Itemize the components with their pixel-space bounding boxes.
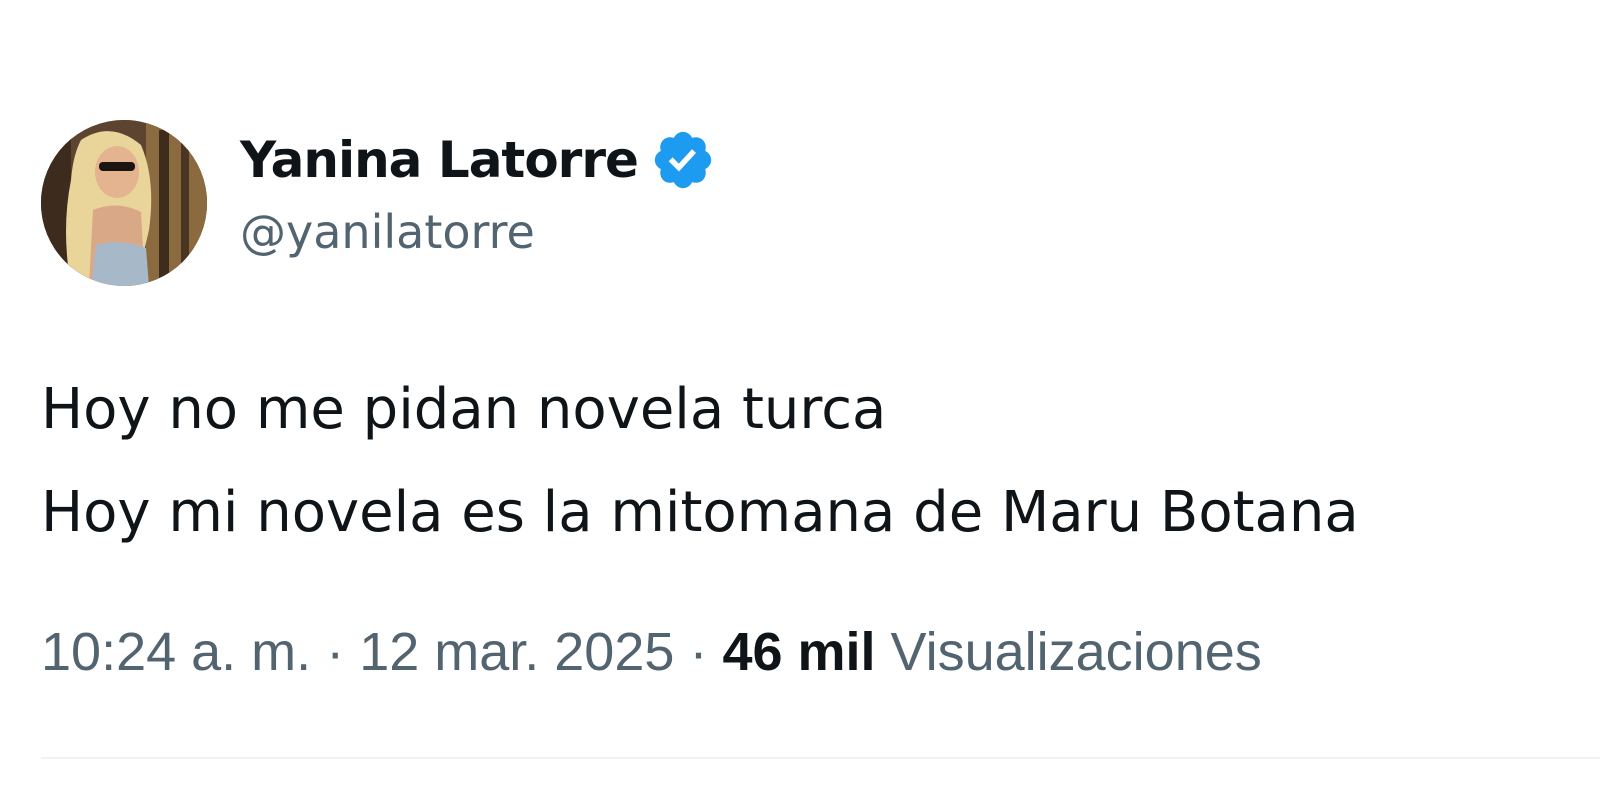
verified-badge-icon[interactable] [650,127,716,193]
tweet: Yanina Latorre @yanilatorre Hoy no me pi… [0,0,1600,800]
avatar[interactable] [41,120,207,286]
tweet-text: Hoy no me pidan novela turca Hoy mi nove… [41,358,1359,564]
tweet-meta: 10:24 a. m. · 12 mar. 2025 · 46 mil Visu… [41,617,1262,687]
profile-photo-icon [41,120,207,286]
meta-separator: · [326,622,345,682]
divider [41,757,1600,759]
tweet-time[interactable]: 10:24 a. m. [41,622,311,682]
views-count: 46 mil [722,622,876,682]
display-name[interactable]: Yanina Latorre [240,124,639,196]
handle[interactable]: @yanilatorre [240,202,716,262]
meta-separator: · [689,622,708,682]
views-label: Visualizaciones [890,622,1262,682]
tweet-text-line: Hoy no me pidan novela turca [41,377,887,442]
tweet-text-line: Hoy mi novela es la mitomana de Maru Bot… [41,480,1359,545]
author-info: Yanina Latorre @yanilatorre [240,124,716,262]
name-row: Yanina Latorre [240,124,716,196]
tweet-date[interactable]: 12 mar. 2025 [359,622,674,682]
